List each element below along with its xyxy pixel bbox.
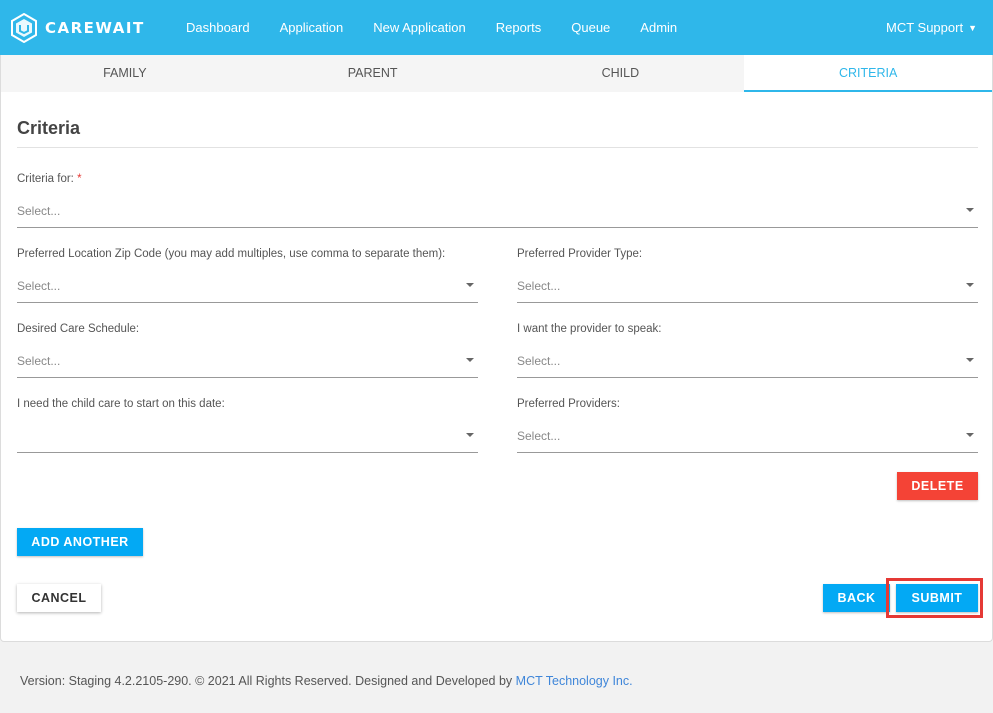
criteria-for-value: Select... (17, 204, 61, 218)
nav-item-dashboard[interactable]: Dashboard (186, 20, 250, 35)
zip-code-label: Preferred Location Zip Code (you may add… (17, 248, 446, 260)
provider-language-value: Select... (517, 354, 561, 368)
start-date-label: I need the child care to start on this d… (17, 398, 225, 410)
nav-item-reports[interactable]: Reports (496, 20, 542, 35)
user-menu-label: MCT Support (886, 20, 964, 35)
criteria-for-field: Criteria for: * Select... (17, 173, 978, 228)
preferred-providers-value: Select... (517, 429, 561, 443)
preferred-providers-label: Preferred Providers: (517, 398, 620, 410)
dropdown-arrow-icon (466, 283, 474, 287)
brand[interactable]: CAREWAIT (10, 12, 180, 43)
tab-child[interactable]: CHILD (497, 55, 745, 92)
add-another-button[interactable]: ADD ANOTHER (17, 528, 143, 556)
zip-code-value: Select... (17, 279, 61, 293)
caret-down-icon: ▼ (968, 22, 977, 33)
nav-item-application[interactable]: Application (280, 20, 344, 35)
dropdown-arrow-icon (966, 208, 974, 212)
delete-button[interactable]: DELETE (897, 472, 978, 500)
footer-text: Version: Staging 4.2.2105-290. © 2021 Al… (20, 674, 516, 688)
zip-code-select[interactable]: Select... (17, 277, 478, 303)
nav-menu: Dashboard Application New Application Re… (186, 20, 707, 35)
care-schedule-select[interactable]: Select... (17, 352, 478, 378)
care-schedule-label: Desired Care Schedule: (17, 323, 140, 335)
top-navbar: CAREWAIT Dashboard Application New Appli… (0, 0, 993, 55)
nav-item-admin[interactable]: Admin (640, 20, 677, 35)
user-menu[interactable]: MCT Support ▼ (886, 0, 977, 55)
dropdown-arrow-icon (466, 358, 474, 362)
footer-company-link[interactable]: MCT Technology Inc. (516, 674, 633, 688)
provider-type-field: Preferred Provider Type: Select... (517, 248, 978, 303)
provider-type-value: Select... (517, 279, 561, 293)
carewait-logo-icon (11, 12, 37, 43)
provider-language-field: I want the provider to speak: Select... (517, 323, 978, 378)
footer: Version: Staging 4.2.2105-290. © 2021 Al… (20, 674, 633, 688)
title-divider (17, 147, 978, 148)
nav-item-new-application[interactable]: New Application (373, 20, 466, 35)
dropdown-arrow-icon (466, 433, 474, 437)
nav-item-queue[interactable]: Queue (571, 20, 610, 35)
start-date-field: I need the child care to start on this d… (17, 398, 478, 453)
provider-type-label: Preferred Provider Type: (517, 248, 643, 260)
required-mark: * (77, 173, 82, 185)
dropdown-arrow-icon (966, 283, 974, 287)
back-button[interactable]: BACK (823, 584, 890, 612)
step-tabs: FAMILY PARENT CHILD CRITERIA (1, 55, 992, 92)
provider-language-select[interactable]: Select... (517, 352, 978, 378)
submit-highlight-box (886, 578, 983, 618)
tab-family[interactable]: FAMILY (1, 55, 249, 92)
provider-language-label: I want the provider to speak: (517, 323, 662, 335)
provider-type-select[interactable]: Select... (517, 277, 978, 303)
cancel-button[interactable]: CANCEL (17, 584, 101, 612)
section-title: Criteria (17, 118, 81, 138)
preferred-providers-field: Preferred Providers: Select... (517, 398, 978, 453)
brand-name: CAREWAIT (45, 18, 145, 37)
dropdown-arrow-icon (966, 358, 974, 362)
criteria-for-label: Criteria for: (17, 173, 74, 185)
preferred-providers-select[interactable]: Select... (517, 427, 978, 453)
start-date-select[interactable] (17, 427, 478, 453)
tab-parent[interactable]: PARENT (249, 55, 497, 92)
dropdown-arrow-icon (966, 433, 974, 437)
care-schedule-field: Desired Care Schedule: Select... (17, 323, 478, 378)
criteria-for-select[interactable]: Select... (17, 202, 978, 228)
application-card: FAMILY PARENT CHILD CRITERIA Criteria Cr… (0, 55, 993, 642)
tab-criteria[interactable]: CRITERIA (744, 55, 992, 92)
zip-code-field: Preferred Location Zip Code (you may add… (17, 248, 478, 303)
care-schedule-value: Select... (17, 354, 61, 368)
